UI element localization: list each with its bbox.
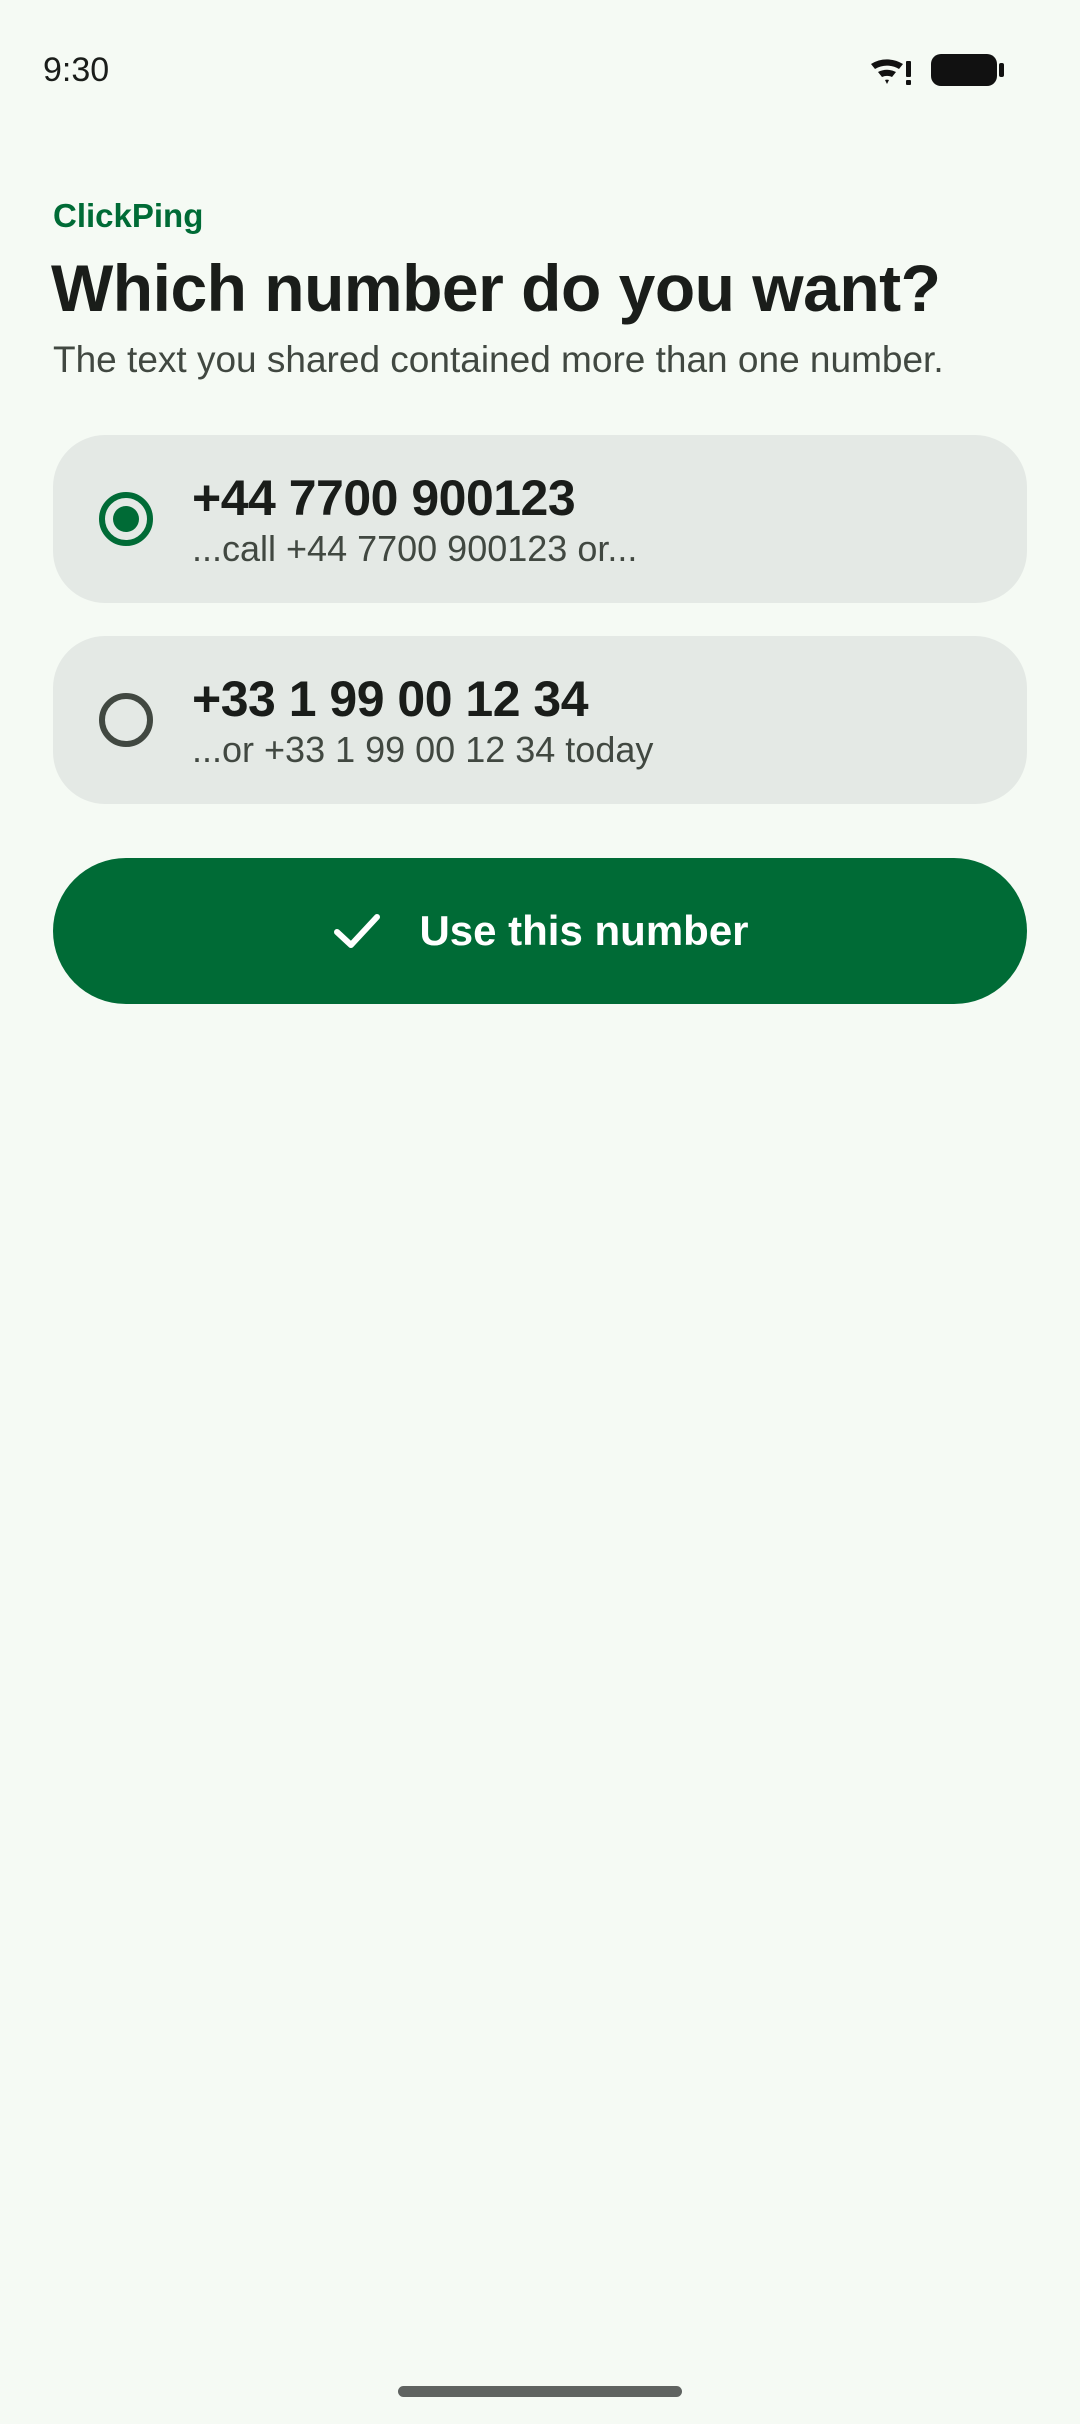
option-number: +44 7700 900123 bbox=[192, 470, 576, 526]
battery-icon bbox=[931, 52, 1005, 88]
option-context: ...or +33 1 99 00 12 34 today bbox=[192, 729, 654, 770]
option-context: ...call +44 7700 900123 or... bbox=[192, 528, 638, 569]
use-this-number-label: Use this number bbox=[419, 907, 749, 954]
wifi-icon bbox=[869, 53, 913, 87]
radio-unselected-icon[interactable] bbox=[99, 693, 153, 747]
option-number: +33 1 99 00 12 34 bbox=[192, 671, 589, 727]
home-indicator[interactable] bbox=[398, 2386, 682, 2397]
check-icon bbox=[331, 905, 383, 957]
radio-selected-icon[interactable] bbox=[99, 492, 153, 546]
number-option-uk[interactable]: +44 7700 900123 ...call +44 7700 900123 … bbox=[53, 435, 1027, 603]
page-subtitle: The text you shared contained more than … bbox=[53, 339, 944, 380]
page-title: Which number do you want? bbox=[51, 251, 941, 325]
status-time: 9:30 bbox=[43, 51, 110, 89]
number-option-fr[interactable]: +33 1 99 00 12 34 ...or +33 1 99 00 12 3… bbox=[53, 636, 1027, 804]
app-name: ClickPing bbox=[53, 197, 204, 234]
use-this-number-button[interactable]: Use this number bbox=[53, 858, 1027, 1004]
status-icons bbox=[869, 52, 1005, 88]
status-bar: 9:30 bbox=[0, 0, 1080, 140]
